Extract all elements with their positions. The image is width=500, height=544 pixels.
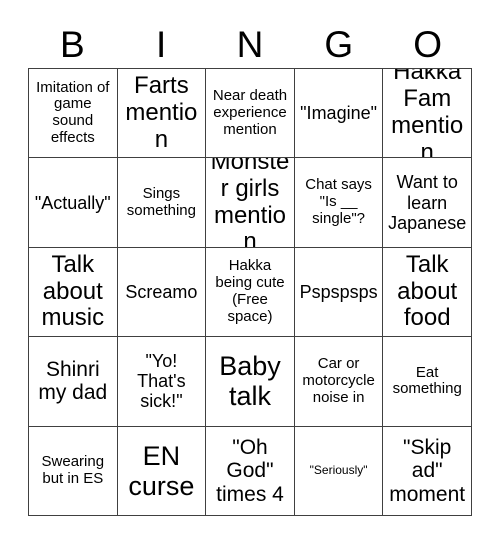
bingo-cell-r5c2[interactable]: EN curse: [117, 426, 207, 516]
bingo-cell-r2c5[interactable]: Want to learn Japanese: [383, 158, 472, 248]
bingo-cell-r2c2[interactable]: Sings something: [117, 158, 207, 248]
bingo-card: B I N G O Imitation of game sound effect…: [0, 0, 500, 544]
bingo-cell-label: Pspspsps: [299, 281, 378, 302]
bingo-cell-r1c5[interactable]: Hakka Fam mention: [383, 69, 472, 159]
bingo-cell-r4c2[interactable]: "Yo! That's sick!": [117, 337, 207, 427]
bingo-cell-r1c1[interactable]: Imitation of game sound effects: [29, 69, 118, 159]
bingo-cell-label: Want to learn Japanese: [388, 172, 467, 233]
bingo-cell-r2c1[interactable]: "Actually": [29, 158, 118, 248]
bingo-cell-r2c3[interactable]: Monster girls mention: [206, 158, 295, 248]
bingo-cell-label: Chat says "Is __ single"?: [305, 176, 372, 227]
bingo-cell-r4c3[interactable]: Baby talk: [206, 337, 295, 427]
bingo-cell-r4c4[interactable]: Car or motorcycle noise in: [294, 337, 384, 427]
bingo-cell-label: "Oh God" times 4: [216, 435, 284, 506]
bingo-header-letter-g: G: [324, 24, 354, 65]
bingo-cell-label: Talk about food: [397, 250, 458, 332]
bingo-cell-r3c5[interactable]: Talk about food: [383, 247, 472, 338]
bingo-header-row: B I N G O: [28, 22, 472, 68]
bingo-cell-label: Farts mention: [125, 71, 198, 153]
bingo-cell-r3c1[interactable]: Talk about music: [29, 247, 118, 338]
bingo-cell-label: Baby talk: [219, 351, 281, 412]
bingo-cell-label: Eat something: [392, 363, 462, 398]
bingo-cell-free-space[interactable]: Hakka being cute (Free space): [206, 247, 295, 338]
bingo-header-letter-b: B: [60, 24, 85, 65]
bingo-cell-label: "Yo! That's sick!": [137, 351, 186, 412]
bingo-cell-r4c5[interactable]: Eat something: [383, 337, 472, 427]
bingo-header-letter-o: O: [413, 24, 442, 65]
bingo-grid: Imitation of game sound effects Farts men…: [28, 68, 472, 516]
bingo-cell-label: Car or motorcycle noise in: [302, 355, 375, 406]
bingo-cell-r4c1[interactable]: Shinri my dad: [29, 337, 118, 427]
bingo-cell-r5c1[interactable]: Swearing but in ES: [29, 426, 118, 516]
bingo-cell-label: Screamo: [125, 281, 198, 302]
bingo-cell-r5c4[interactable]: "Seriously": [294, 426, 384, 516]
bingo-cell-label: Talk about music: [41, 250, 105, 332]
bingo-cell-label: Monster girls mention: [210, 158, 290, 248]
bingo-cell-label: Sings something: [126, 184, 196, 219]
bingo-header-letter-n: N: [236, 24, 264, 65]
bingo-cell-label: Shinri my dad: [38, 357, 108, 405]
bingo-cell-r3c2[interactable]: Screamo: [117, 247, 207, 338]
bingo-cell-r3c4[interactable]: Pspspsps: [294, 247, 384, 338]
bingo-cell-label: EN curse: [128, 440, 195, 501]
bingo-cell-r1c2[interactable]: Farts mention: [117, 69, 207, 159]
bingo-cell-label: "Imagine": [300, 103, 377, 124]
bingo-cell-r5c5[interactable]: "Skip ad" moment: [383, 426, 472, 516]
bingo-cell-label: Imitation of game sound effects: [36, 78, 110, 146]
bingo-cell-r5c3[interactable]: "Oh God" times 4: [206, 426, 295, 516]
bingo-cell-r1c4[interactable]: "Imagine": [294, 69, 384, 159]
bingo-header-letter-i: I: [156, 24, 167, 65]
bingo-cell-label: "Actually": [34, 192, 111, 213]
bingo-cell-label: Swearing but in ES: [41, 453, 105, 487]
bingo-cell-r1c3[interactable]: Near death experience mention: [206, 69, 295, 159]
bingo-cell-label: Near death experience mention: [212, 87, 288, 138]
bingo-cell-label: "Skip ad" moment: [389, 435, 466, 506]
bingo-cell-r2c4[interactable]: Chat says "Is __ single"?: [294, 158, 384, 248]
bingo-cell-label: Hakka being cute (Free space): [215, 257, 285, 325]
bingo-cell-label: Hakka Fam mention: [391, 69, 464, 159]
bingo-cell-label: "Seriously": [309, 463, 368, 478]
